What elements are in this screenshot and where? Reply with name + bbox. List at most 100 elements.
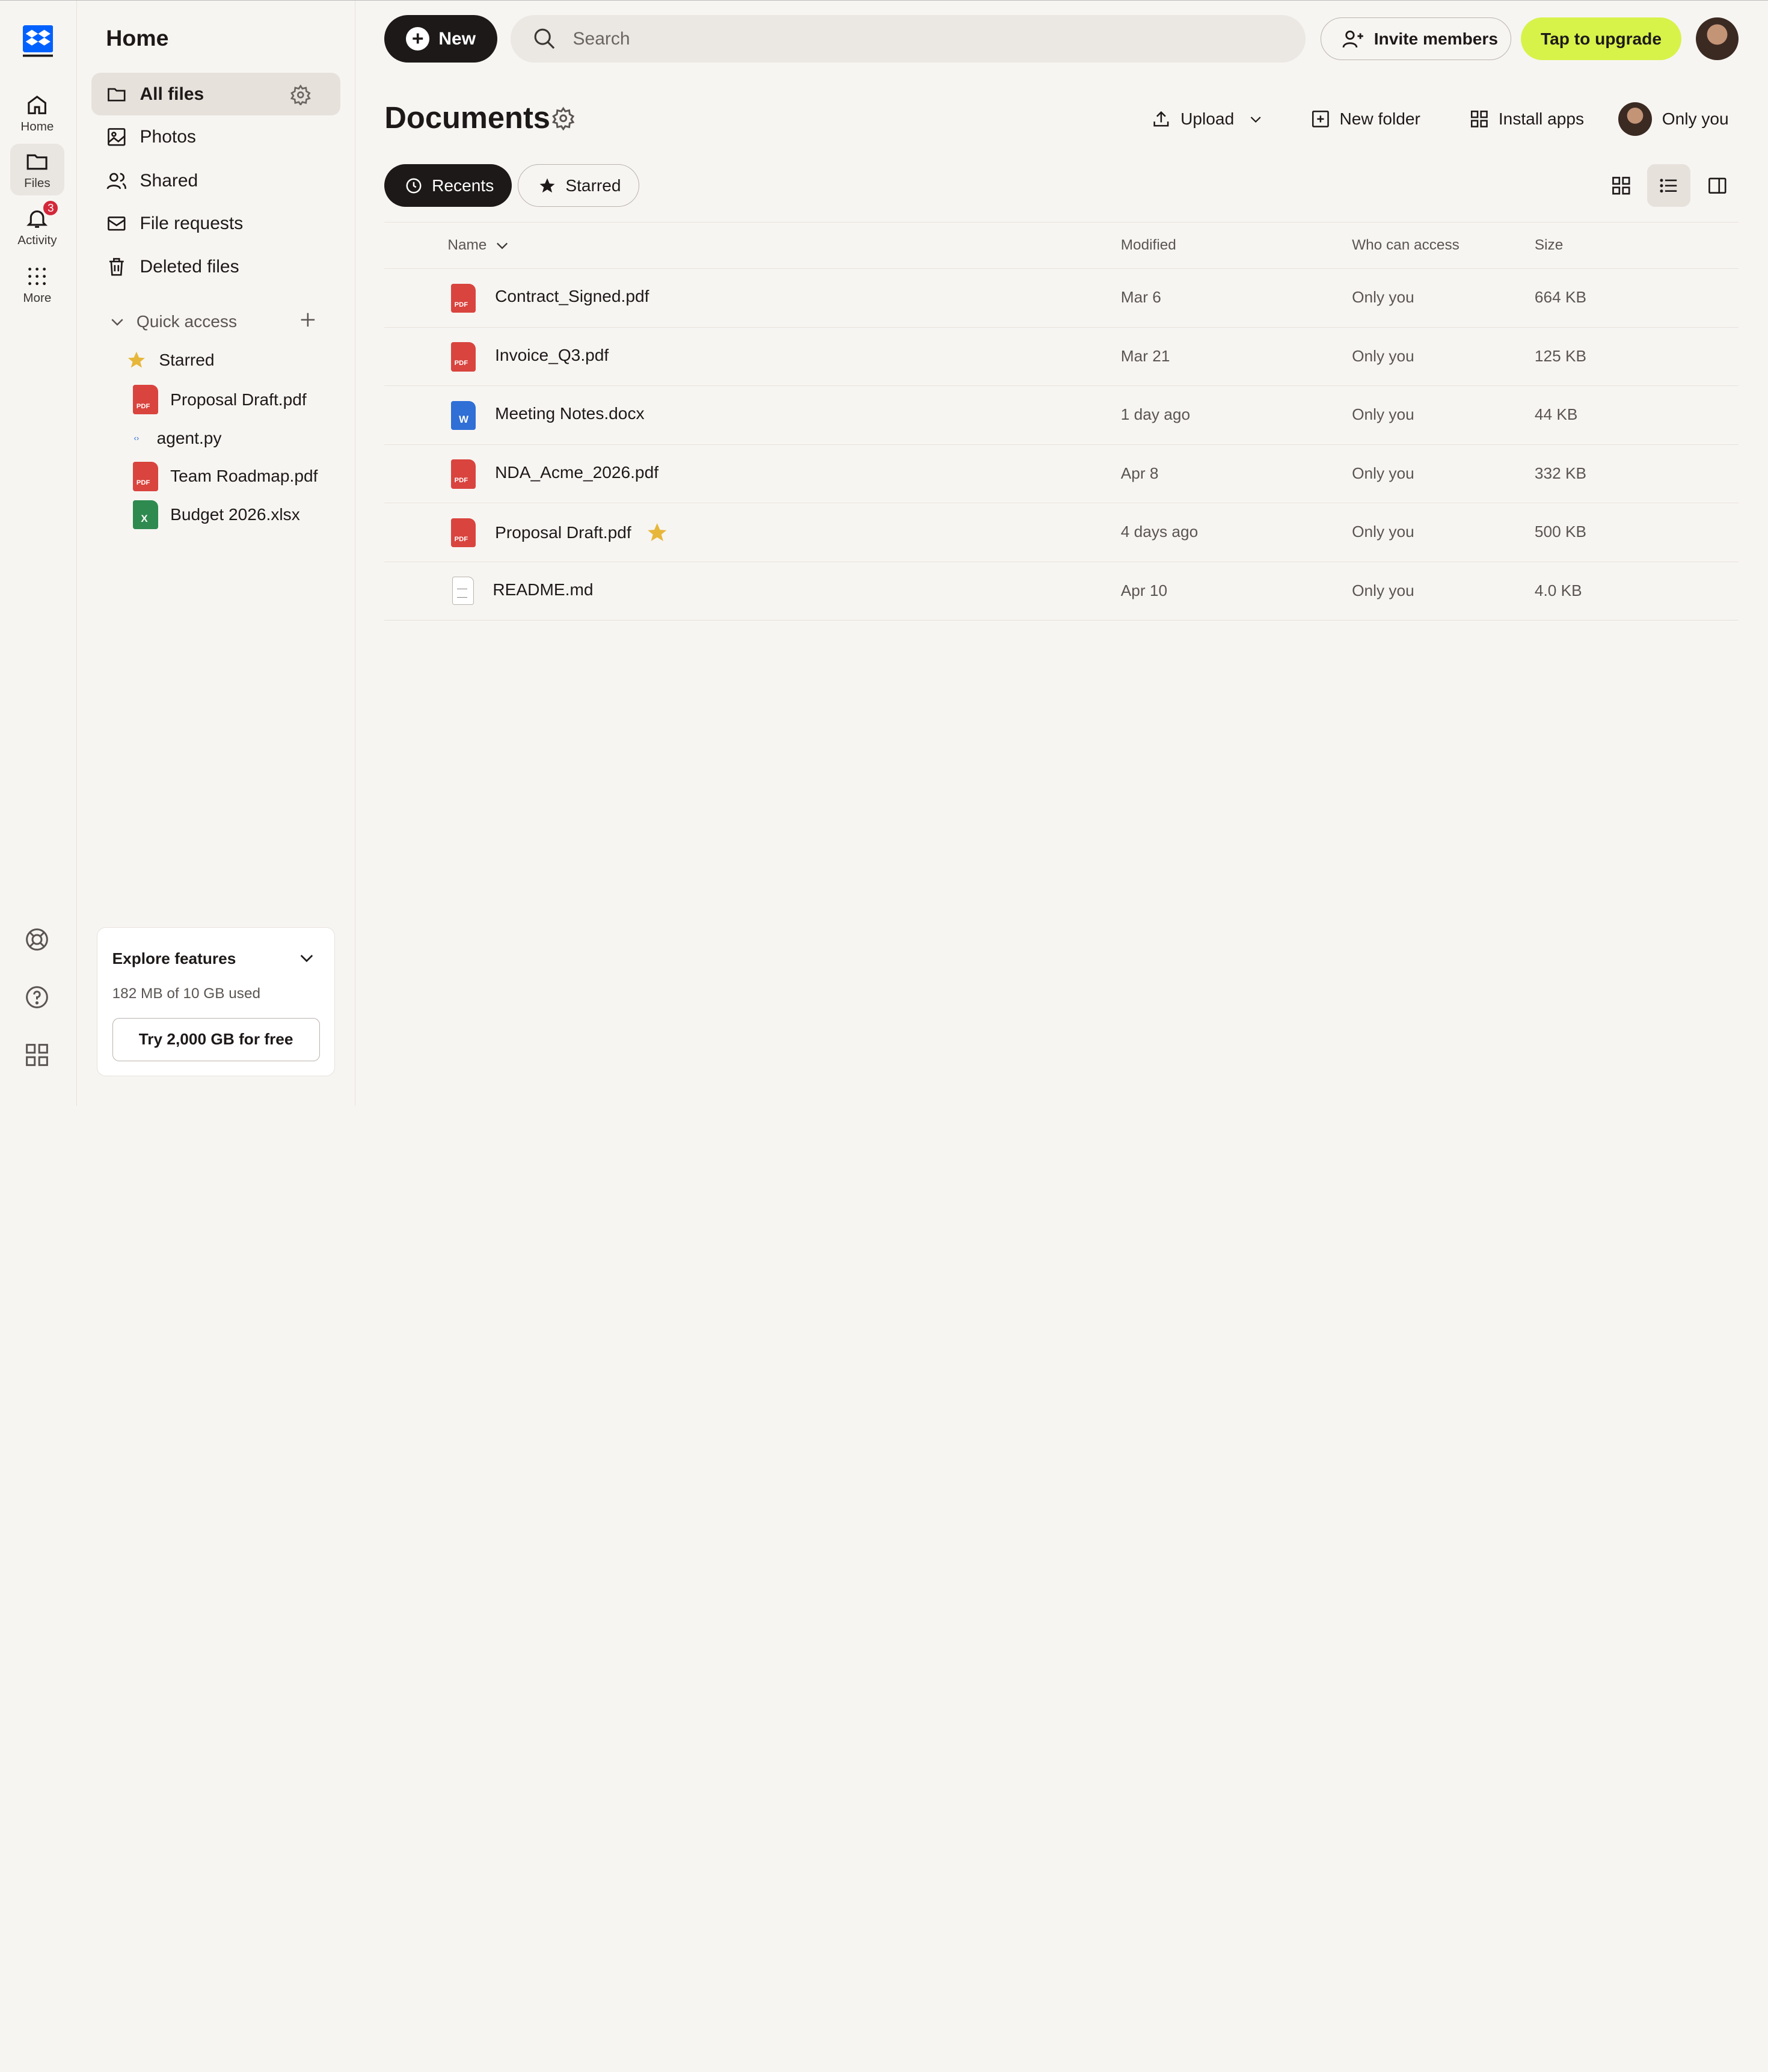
side-panel-icon: [1708, 177, 1727, 194]
file-name[interactable]: Meeting Notes.docx: [495, 404, 644, 423]
explore-title: Explore features: [112, 949, 236, 967]
rail-files-label: Files: [24, 176, 51, 190]
sidebar-item-label: Deleted files: [140, 256, 239, 277]
image-icon: [108, 128, 126, 146]
tab-recents-label: Recents: [432, 176, 494, 195]
pdf-icon: [451, 342, 476, 372]
quick-access-label: Quick access: [136, 312, 238, 331]
file-name[interactable]: NDA_Acme_2026.pdf: [495, 463, 658, 482]
file-access: Only you: [1352, 464, 1414, 482]
help-center-icon[interactable]: [23, 926, 51, 953]
file-name[interactable]: README.md: [493, 580, 593, 599]
column-label: Name: [447, 236, 487, 253]
sidebar-item-file-requests[interactable]: File requests: [91, 203, 340, 245]
sidebar-item-deleted-files[interactable]: Deleted files: [91, 245, 340, 288]
rail-more[interactable]: More: [10, 259, 64, 310]
star-icon[interactable]: [646, 521, 669, 544]
file-modified: Mar 21: [1120, 346, 1170, 365]
icon-rail: Home Files 3 Activity More: [0, 1, 77, 1106]
excel-icon: [133, 500, 158, 530]
file-size: 500 KB: [1534, 523, 1586, 541]
gear-icon[interactable]: [551, 106, 575, 130]
invite-members-button[interactable]: Invite members: [1320, 17, 1511, 61]
quick-access-item-starred[interactable]: Starred: [126, 345, 215, 376]
table-row[interactable]: Meeting Notes.docx 1 day ago Only you 44…: [384, 386, 1739, 445]
file-table: Name Modified Who can access Size Contra…: [384, 221, 1739, 621]
grid-dots-icon: [28, 268, 46, 286]
column-header-size[interactable]: Size: [1535, 237, 1563, 254]
search-icon: [534, 28, 555, 49]
chevron-down-icon[interactable]: [108, 313, 126, 331]
dropbox-logo-icon[interactable]: [22, 25, 54, 57]
folder-icon: [108, 88, 126, 102]
file-access: Only you: [1352, 346, 1414, 365]
install-apps-button[interactable]: Install apps: [1469, 105, 1584, 134]
table-row[interactable]: Proposal Draft.pdf 4 days ago Only you 5…: [384, 503, 1739, 562]
column-header-name[interactable]: Name: [447, 237, 510, 254]
table-row[interactable]: Invoice_Q3.pdf Mar 21 Only you 125 KB: [384, 328, 1739, 387]
file-size: 664 KB: [1534, 288, 1586, 307]
column-header-modified[interactable]: Modified: [1121, 237, 1176, 254]
sidebar-item-label: All files: [140, 84, 204, 104]
upload-button[interactable]: Upload: [1151, 105, 1263, 134]
sidebar-item-all-files[interactable]: All files: [91, 73, 341, 116]
plus-icon: +: [406, 27, 430, 51]
table-row[interactable]: Contract_Signed.pdf Mar 6 Only you 664 K…: [384, 269, 1739, 328]
avatar[interactable]: [1696, 17, 1739, 61]
new-button[interactable]: + New: [384, 15, 497, 63]
upload-icon: [1153, 111, 1169, 127]
home-icon: [28, 95, 47, 114]
rail-activity[interactable]: 3 Activity: [10, 199, 64, 253]
sidebar-item-shared[interactable]: Shared: [91, 159, 340, 202]
rail-home[interactable]: Home: [10, 87, 64, 139]
file-size: 332 KB: [1534, 464, 1586, 482]
rail-files[interactable]: Files: [10, 144, 64, 196]
folder-icon: [26, 154, 48, 170]
table-header: Name Modified Who can access Size: [384, 221, 1739, 269]
pdf-icon: [451, 283, 476, 313]
quick-access-item-label: Proposal Draft.pdf: [170, 390, 307, 409]
sharing-button[interactable]: Only you: [1618, 101, 1729, 137]
try-storage-button[interactable]: Try 2,000 GB for free: [112, 1018, 320, 1061]
word-doc-icon: [451, 400, 476, 431]
file-name[interactable]: Invoice_Q3.pdf: [495, 346, 609, 365]
column-header-who[interactable]: Who can access: [1352, 237, 1460, 254]
sidebar-item-label: Photos: [140, 126, 196, 147]
file-access: Only you: [1352, 523, 1414, 541]
quick-access-header[interactable]: Quick access: [108, 310, 334, 334]
file-name-cell: Proposal Draft.pdf: [495, 521, 668, 544]
add-icon[interactable]: [298, 310, 318, 330]
upgrade-button[interactable]: Tap to upgrade: [1521, 17, 1681, 61]
tab-recents[interactable]: Recents: [384, 164, 512, 207]
code-file-icon: ‹›: [134, 434, 140, 443]
tab-starred[interactable]: Starred: [517, 164, 640, 207]
quick-access-item-proposal[interactable]: Proposal Draft.pdf: [133, 384, 307, 416]
table-row[interactable]: NDA_Acme_2026.pdf Apr 8 Only you 332 KB: [384, 445, 1739, 504]
gear-icon[interactable]: [290, 84, 312, 106]
activity-badge: 3: [41, 199, 60, 217]
search-bar[interactable]: [511, 15, 1306, 63]
quick-access-item-team-roadmap[interactable]: Team Roadmap.pdf: [133, 461, 318, 492]
table-row[interactable]: README.md Apr 10 Only you 4.0 KB: [384, 562, 1739, 621]
list-view-button[interactable]: [1647, 164, 1690, 207]
details-panel-button[interactable]: [1696, 164, 1739, 207]
quick-access-item-agent-py[interactable]: ‹› agent.py: [129, 422, 222, 454]
pdf-icon: [133, 461, 158, 491]
star-icon: [539, 178, 555, 192]
question-icon[interactable]: [23, 984, 51, 1011]
page-title: Documents: [384, 100, 550, 135]
file-name[interactable]: Proposal Draft.pdf: [495, 523, 631, 542]
file-name[interactable]: Contract_Signed.pdf: [495, 287, 649, 306]
rail-more-label: More: [23, 291, 52, 305]
new-button-label: New: [438, 28, 476, 49]
search-input[interactable]: [572, 28, 1250, 49]
file-modified: 1 day ago: [1120, 405, 1191, 424]
sidebar-item-photos[interactable]: Photos: [91, 115, 340, 158]
new-folder-label: New folder: [1339, 109, 1420, 128]
chevron-down-icon[interactable]: [297, 948, 316, 967]
apps-grid-icon[interactable]: [23, 1041, 51, 1068]
quick-access-item-budget[interactable]: Budget 2026.xlsx: [133, 499, 300, 531]
grid-view-button[interactable]: [1600, 164, 1643, 207]
new-folder-button[interactable]: New folder: [1310, 105, 1420, 134]
install-apps-label: Install apps: [1498, 109, 1585, 128]
